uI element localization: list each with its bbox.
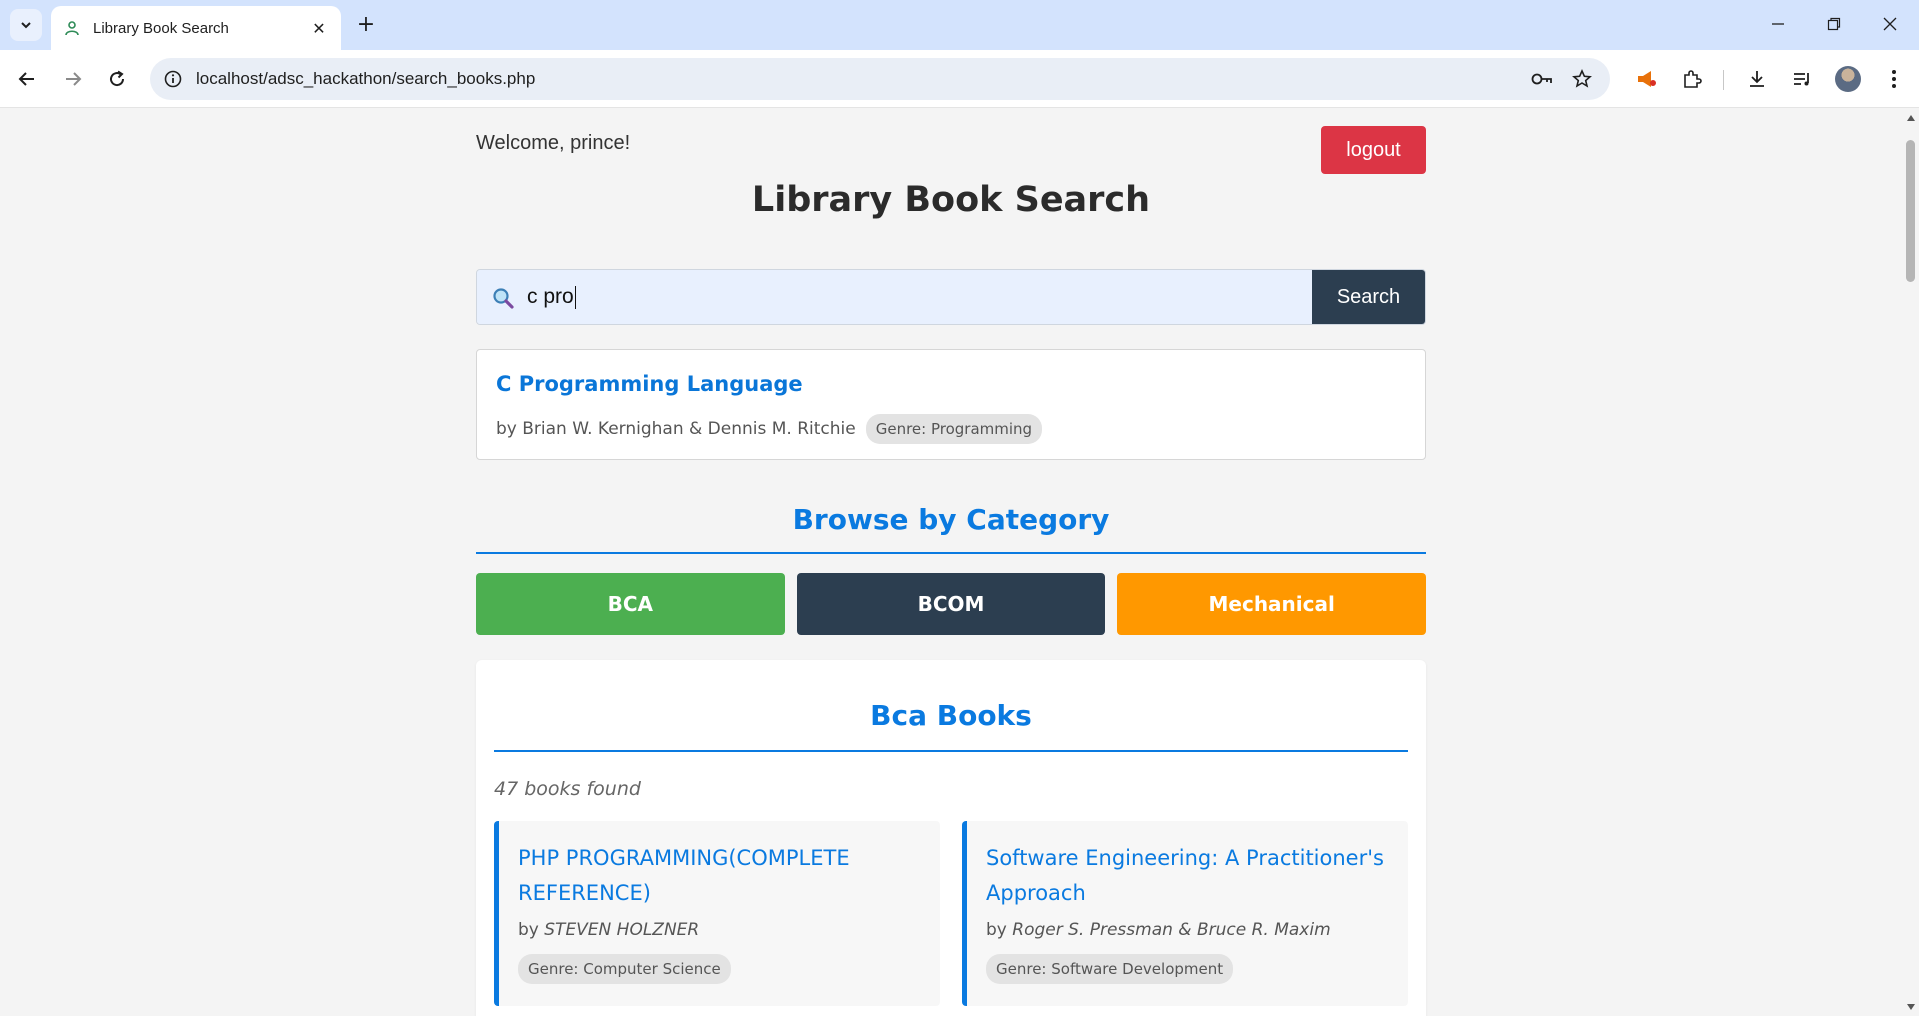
genre-badge: Genre: Computer Science	[518, 954, 731, 984]
results-heading: Bca Books	[870, 699, 1032, 732]
book-card[interactable]: Software Engineering: A Practitioner's A…	[962, 821, 1408, 1006]
category-button-bcom[interactable]: BCOM	[796, 573, 1106, 635]
avatar	[1835, 66, 1861, 92]
close-window-button[interactable]	[1862, 6, 1918, 42]
forward-button[interactable]	[56, 62, 90, 96]
url-text: localhost/adsc_hackathon/search_books.ph…	[196, 69, 536, 88]
page-title: Library Book Search	[751, 180, 1151, 220]
book-author-name: STEVEN HOLZNER	[544, 920, 700, 940]
reload-button[interactable]	[100, 62, 134, 96]
minimize-window-button[interactable]	[1750, 6, 1806, 42]
back-button[interactable]	[10, 62, 44, 96]
arrow-left-icon	[18, 72, 34, 86]
browser-menu-icon[interactable]	[1880, 65, 1908, 93]
close-icon	[1883, 17, 1897, 31]
media-controls-icon[interactable]	[1788, 65, 1816, 93]
page-viewport: Welcome, prince! logout Library Book Sea…	[0, 108, 1902, 1016]
book-author-prefix: by	[518, 920, 545, 940]
tab-library-book-search[interactable]: Library Book Search ✕	[51, 6, 341, 50]
category-button-bca[interactable]: BCA	[476, 573, 785, 635]
suggestion-title[interactable]: C Programming Language	[496, 372, 803, 396]
search-button[interactable]: Search	[1312, 270, 1425, 324]
address-bar[interactable]: localhost/adsc_hackathon/search_books.ph…	[150, 58, 1610, 100]
tab-close-icon[interactable]: ✕	[309, 18, 329, 38]
page-favicon-icon	[63, 19, 81, 37]
new-tab-button[interactable]: +	[352, 10, 380, 38]
profile-avatar-button[interactable]	[1834, 65, 1862, 93]
arrow-right-icon	[66, 72, 82, 86]
password-key-icon[interactable]	[1530, 67, 1554, 91]
suggestion-author: by Brian W. Kernighan & Dennis M. Ritchi…	[496, 419, 856, 439]
page-scrollbar[interactable]	[1902, 108, 1919, 1016]
browser-tab-strip: Library Book Search ✕ +	[0, 0, 1919, 50]
book-author-prefix: by	[986, 920, 1013, 940]
book-title[interactable]: PHP PROGRAMMING(COMPLETE REFERENCE)	[518, 841, 918, 911]
reload-icon	[110, 70, 125, 87]
category-button-mechanical[interactable]: Mechanical	[1117, 573, 1427, 635]
suggestion-meta: by Brian W. Kernighan & Dennis M. Ritchi…	[496, 414, 1043, 444]
minimize-icon	[1772, 23, 1784, 25]
browse-category-heading: Browse by Category	[792, 503, 1110, 536]
scrollbar-thumb[interactable]	[1906, 140, 1915, 282]
welcome-message: Welcome, prince!	[476, 132, 631, 154]
browser-toolbar: localhost/adsc_hackathon/search_books.ph…	[0, 50, 1919, 108]
tab-title: Library Book Search	[93, 19, 229, 37]
search-form: c pro Search	[476, 269, 1426, 325]
text-caret	[574, 285, 576, 309]
book-author-name: Roger S. Pressman & Bruce R. Maxim	[1012, 920, 1331, 940]
search-input[interactable]: c pro	[477, 270, 1312, 324]
genre-badge: Genre: Programming	[865, 414, 1043, 444]
search-query: c pro	[527, 285, 574, 308]
tab-search-button[interactable]	[10, 9, 42, 41]
site-info-icon[interactable]	[162, 68, 184, 90]
heading-underline	[494, 750, 1408, 752]
restore-icon	[1827, 17, 1841, 31]
book-card[interactable]: PHP PROGRAMMING(COMPLETE REFERENCE) by S…	[494, 821, 940, 1006]
book-title[interactable]: Software Engineering: A Practitioner's A…	[986, 841, 1386, 911]
logout-button[interactable]: logout	[1321, 126, 1426, 174]
category-results-panel: Bca Books 47 books found PHP PROGRAMMING…	[476, 660, 1426, 1016]
scroll-up-arrow-icon[interactable]	[1905, 112, 1916, 123]
restore-window-button[interactable]	[1806, 6, 1862, 42]
results-count: 47 books found	[494, 778, 641, 800]
search-suggestion-card[interactable]: C Programming Language by Brian W. Kerni…	[476, 349, 1426, 460]
heading-underline	[476, 552, 1426, 554]
scroll-down-arrow-icon[interactable]	[1905, 1001, 1916, 1012]
search-input-text: c pro	[527, 285, 576, 309]
book-author: by Roger S. Pressman & Bruce R. Maxim	[986, 920, 1331, 940]
category-buttons: BCA BCOM Mechanical	[476, 573, 1427, 635]
search-icon	[493, 288, 514, 309]
download-icon[interactable]	[1743, 65, 1771, 93]
toolbar-separator	[1723, 70, 1724, 90]
genre-badge: Genre: Software Development	[986, 954, 1234, 984]
book-author: by STEVEN HOLZNER	[518, 920, 699, 940]
megaphone-icon[interactable]	[1632, 65, 1660, 93]
bookmark-star-icon[interactable]	[1570, 67, 1594, 91]
extensions-puzzle-icon[interactable]	[1678, 65, 1706, 93]
chevron-down-icon	[21, 22, 31, 29]
